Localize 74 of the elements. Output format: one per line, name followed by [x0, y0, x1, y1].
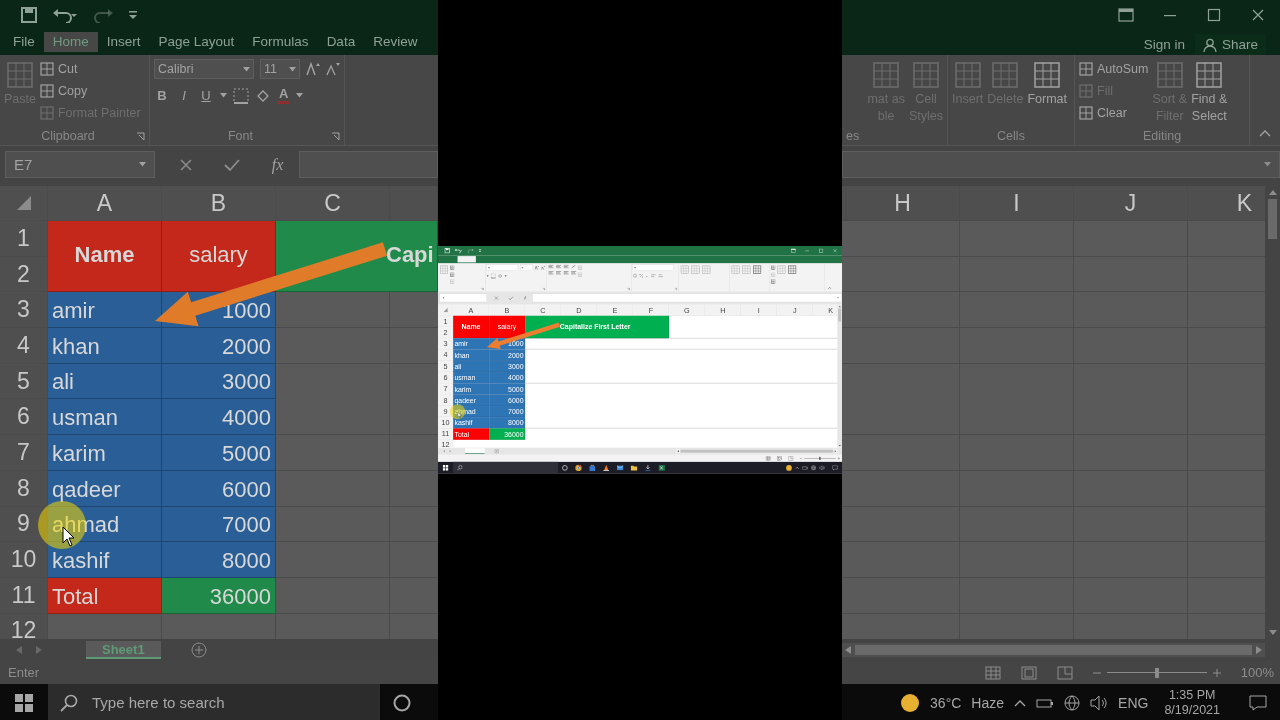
column-header[interactable]: C	[276, 186, 390, 221]
insert-function-button[interactable]: fx	[271, 155, 284, 174]
language-indicator[interactable]: ENG	[1118, 694, 1149, 711]
row-number[interactable]: 11	[0, 577, 48, 614]
status-text: Enter	[8, 665, 40, 680]
table-cell: khan	[48, 328, 162, 364]
table-cell: Total	[48, 577, 162, 614]
row-number[interactable]: 8	[0, 470, 48, 507]
search-field[interactable]: Type here to search	[48, 684, 380, 720]
row-number[interactable]: 10	[0, 542, 48, 578]
zoom-level[interactable]: 100%	[1240, 665, 1274, 680]
sign-in-link[interactable]: Sign in	[1143, 37, 1185, 52]
table-cell: Name	[48, 221, 162, 293]
temperature-text: 36°C	[930, 694, 962, 711]
ribbon-tab[interactable]: Page Layout	[149, 32, 244, 52]
table-cell: 7000	[162, 506, 276, 543]
ribbon-button[interactable]: Cut	[39, 59, 141, 79]
clock-date: 8/19/2021	[1164, 702, 1220, 718]
ribbon-tab[interactable]: File	[4, 32, 44, 52]
table-cell: 6000	[162, 470, 276, 507]
group-label: es	[846, 129, 861, 143]
column-header[interactable]: A	[48, 186, 162, 221]
table-cell: 3000	[162, 363, 276, 400]
group-label: Cells	[996, 129, 1026, 143]
row-number[interactable]: 7	[0, 435, 48, 471]
ribbon-tab[interactable]: Formulas	[243, 32, 318, 52]
ribbon-tab[interactable]: Data	[317, 32, 365, 52]
table-cell: 5000	[162, 435, 276, 471]
ribbon-tab[interactable]: Insert	[97, 32, 150, 52]
row-number[interactable]: 9	[0, 506, 48, 543]
column-header[interactable]: K	[1188, 186, 1265, 221]
column-header[interactable]: H	[846, 186, 960, 221]
row-number[interactable]: 1	[0, 221, 48, 257]
table-cell: 8000	[162, 542, 276, 578]
ribbon-tab[interactable]: Review	[364, 32, 427, 52]
column-header[interactable]: J	[1074, 186, 1188, 221]
ribbon-button[interactable]: Copy	[39, 81, 141, 101]
ribbon-button[interactable]: Clear	[1079, 103, 1149, 123]
font-size-dropdown[interactable]: 11	[260, 59, 300, 79]
group-label: Editing	[1141, 129, 1183, 143]
row-number[interactable]: 2	[0, 256, 48, 293]
table-cell: 4000	[162, 399, 276, 436]
table-cell: 2000	[162, 328, 276, 364]
italic-button[interactable]: I	[176, 88, 192, 103]
table-cell: amir	[48, 292, 162, 329]
group-label: Clipboard	[40, 129, 96, 143]
row-number[interactable]: 12	[0, 613, 48, 639]
table-cell: kashif	[48, 542, 162, 578]
table-cell: ahmad	[48, 506, 162, 543]
ribbon-button[interactable]: AutoSum	[1079, 59, 1149, 79]
column-header[interactable]: B	[162, 186, 276, 221]
font-color-button[interactable]: A	[277, 87, 291, 104]
row-number[interactable]: 3	[0, 292, 48, 329]
share-button[interactable]: Share	[1194, 34, 1266, 55]
table-cell: usman	[48, 399, 162, 436]
table-cell: salary	[162, 221, 276, 293]
table-cell: karim	[48, 435, 162, 471]
ribbon-tab[interactable]: Home	[43, 32, 98, 52]
row-number[interactable]: 4	[0, 328, 48, 364]
ribbon-button[interactable]: Find & Select	[1191, 59, 1228, 125]
column-header[interactable]: I	[960, 186, 1074, 221]
group-label: Font	[227, 129, 254, 143]
table-cell: ali	[48, 363, 162, 400]
name-box[interactable]: E7	[5, 151, 155, 178]
row-number[interactable]: 6	[0, 399, 48, 436]
table-cell: 36000	[162, 577, 276, 614]
clock-time: 1:35 PM	[1168, 687, 1216, 703]
font-name-dropdown[interactable]: Calibri	[154, 59, 254, 79]
bold-button[interactable]: B	[154, 88, 170, 103]
table-cell: qadeer	[48, 470, 162, 507]
underline-button[interactable]: U	[198, 88, 214, 103]
weather-text: Haze	[971, 694, 1005, 711]
ribbon-button[interactable]: Format	[1027, 59, 1067, 108]
row-number[interactable]: 5	[0, 363, 48, 400]
